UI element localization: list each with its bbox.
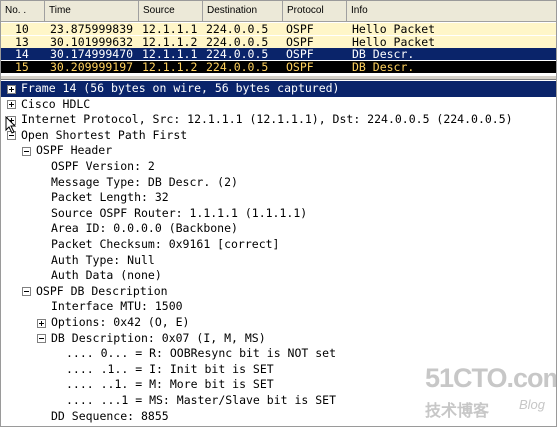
column-time-label: Time xyxy=(49,5,71,16)
watermark-tagline: 技术博客 xyxy=(425,403,490,420)
pane-splitter[interactable] xyxy=(1,75,556,80)
tree-node-label: Auth Data (none) xyxy=(51,268,162,283)
tree-node-label: .... .1.. = I: Init bit is SET xyxy=(66,361,274,376)
packet-row[interactable]: 14 30.174999470 12.1.1.1 224.0.0.5 OSPF DB De… xyxy=(1,48,556,60)
tree-node[interactable]: Interface MTU: 1500 xyxy=(1,299,556,315)
tree-node[interactable]: Packet Checksum: 0x9161 [correct] xyxy=(1,237,556,253)
packet-cell-protocol: OSPF xyxy=(286,22,314,36)
column-protocol-label: Protocol xyxy=(287,5,324,16)
column-destination-label: Destination xyxy=(207,5,258,16)
column-header-time[interactable]: Time xyxy=(45,1,139,21)
tree-node-label: Interface MTU: 1500 xyxy=(51,299,183,314)
tree-node-label: OSPF Header xyxy=(36,143,113,158)
packet-list-header: No. . Time Source Destination Protocol I… xyxy=(1,1,556,22)
tree-node[interactable]: Open Shortest Path First xyxy=(1,128,556,144)
packet-cell-source: 12.1.1.1 xyxy=(142,22,198,36)
packet-cell-destination: 224.0.0.5 xyxy=(206,59,269,74)
tree-node[interactable]: OSPF Header xyxy=(1,143,556,159)
packet-cell-time: 23.875999839 xyxy=(50,22,134,36)
tree-node[interactable]: OSPF Version: 2 xyxy=(1,159,556,175)
tree-node-label: Source OSPF Router: 1.1.1.1 (1.1.1.1) xyxy=(51,205,308,220)
tree-node-label: Message Type: DB Descr. (2) xyxy=(51,174,238,189)
tree-node-label: Area ID: 0.0.0.0 (Backbone) xyxy=(51,221,238,236)
packet-cell-source: 12.1.1.2 xyxy=(142,34,198,49)
packet-cell-time: 30.209999197 xyxy=(50,59,134,74)
packet-cell-info: Hello Packet xyxy=(352,34,436,49)
column-header-protocol[interactable]: Protocol xyxy=(283,1,347,21)
tree-node-label: Options: 0x42 (O, E) xyxy=(51,315,190,329)
packet-cell-no: 15 xyxy=(15,59,29,74)
collapse-icon[interactable] xyxy=(37,334,46,344)
tree-node-label: .... 0... = R: OOBResync bit is NOT set xyxy=(66,346,337,361)
expand-icon[interactable] xyxy=(7,100,16,110)
tree-node[interactable]: OSPF DB Description xyxy=(1,284,556,300)
tree-node-label: DB Description: 0x07 (I, M, MS) xyxy=(51,330,266,345)
packet-cell-protocol: OSPF xyxy=(286,47,314,61)
tree-node-label: .... ...1 = MS: Master/Slave bit is SET xyxy=(66,393,337,407)
tree-node[interactable]: Frame 14 (56 bytes on wire, 56 bytes cap… xyxy=(1,81,556,97)
packet-row[interactable]: 10 23.875999839 12.1.1.1 224.0.0.5 OSPF Hello… xyxy=(1,23,556,35)
tree-node[interactable]: Source OSPF Router: 1.1.1.1 (1.1.1.1) xyxy=(1,206,556,222)
column-header-source[interactable]: Source xyxy=(139,1,203,21)
packet-cell-destination: 224.0.0.5 xyxy=(206,34,269,49)
packet-cell-destination: 224.0.0.5 xyxy=(206,47,269,61)
column-no-label: No. . xyxy=(5,5,27,16)
tree-node-label: Cisco HDLC xyxy=(21,96,91,111)
packet-cell-destination: 224.0.0.5 xyxy=(206,22,269,36)
packet-list: No. . Time Source Destination Protocol I… xyxy=(1,1,556,75)
tree-node[interactable]: Packet Length: 32 xyxy=(1,190,556,206)
packet-cell-protocol: OSPF xyxy=(286,59,314,74)
packet-cell-info: DB Descr. xyxy=(352,47,415,61)
tree-node[interactable]: Message Type: DB Descr. (2) xyxy=(1,175,556,191)
collapse-icon[interactable] xyxy=(22,287,31,297)
tree-node-label: Packet Length: 32 xyxy=(51,190,169,205)
packet-cell-source: 12.1.1.2 xyxy=(142,59,198,74)
column-source-label: Source xyxy=(143,5,175,16)
packet-row[interactable]: 15 30.209999197 12.1.1.2 224.0.0.5 OSPF DB De… xyxy=(1,59,556,74)
packet-cell-info: Hello Packet xyxy=(352,22,436,36)
packet-cell-no: 10 xyxy=(15,22,29,36)
tree-node[interactable]: DB Description: 0x07 (I, M, MS) xyxy=(1,331,556,347)
packet-cell-no: 13 xyxy=(15,34,29,49)
packet-row[interactable]: 13 30.101999632 12.1.1.2 224.0.0.5 OSPF Hello… xyxy=(1,34,556,49)
watermark-site: 51CTO.com xyxy=(425,363,557,393)
packet-cell-source: 12.1.1.1 xyxy=(142,47,198,61)
tree-node-label: Frame 14 (56 bytes on wire, 56 bytes cap… xyxy=(21,81,340,95)
tree-node-label: Packet Checksum: 0x9161 [correct] xyxy=(51,237,280,251)
packet-cell-info: DB Descr. xyxy=(352,59,415,74)
tree-node-label: OSPF Version: 2 xyxy=(51,159,155,173)
packet-cell-protocol: OSPF xyxy=(286,34,314,49)
watermark-blog: Blog xyxy=(519,397,546,412)
tree-node[interactable]: Area ID: 0.0.0.0 (Backbone) xyxy=(1,221,556,237)
tree-node-label: Open Shortest Path First xyxy=(21,127,188,142)
collapse-icon[interactable] xyxy=(22,146,31,156)
tree-node-label: OSPF DB Description xyxy=(36,283,168,298)
tree-node[interactable]: Auth Type: Null xyxy=(1,253,556,269)
tree-node-label: .... ..1. = M: More bit is SET xyxy=(66,377,274,392)
expand-icon[interactable] xyxy=(37,318,46,328)
tree-node[interactable]: Options: 0x42 (O, E) xyxy=(1,315,556,331)
wireshark-window: No. . Time Source Destination Protocol I… xyxy=(0,0,557,427)
tree-node[interactable]: Cisco HDLC xyxy=(1,97,556,113)
packet-cell-time: 30.174999470 xyxy=(50,47,134,61)
tree-node-label: Internet Protocol, Src: 12.1.1.1 (12.1.1… xyxy=(21,112,513,127)
column-header-destination[interactable]: Destination xyxy=(203,1,283,21)
column-header-info[interactable]: Info xyxy=(347,1,556,21)
packet-cell-no: 14 xyxy=(15,47,29,61)
tree-node-label: Auth Type: Null xyxy=(51,252,155,267)
column-info-label: Info xyxy=(351,5,368,16)
expand-icon[interactable] xyxy=(7,84,16,94)
mouse-cursor-icon xyxy=(5,116,17,134)
column-header-no[interactable]: No. . xyxy=(1,1,45,21)
tree-node-label: DD Sequence: 8855 xyxy=(51,408,169,423)
packet-cell-time: 30.101999632 xyxy=(50,34,134,49)
tree-node[interactable]: Auth Data (none) xyxy=(1,268,556,284)
tree-node[interactable]: Internet Protocol, Src: 12.1.1.1 (12.1.1… xyxy=(1,112,556,128)
tree-node[interactable]: .... 0... = R: OOBResync bit is NOT set xyxy=(1,346,556,362)
